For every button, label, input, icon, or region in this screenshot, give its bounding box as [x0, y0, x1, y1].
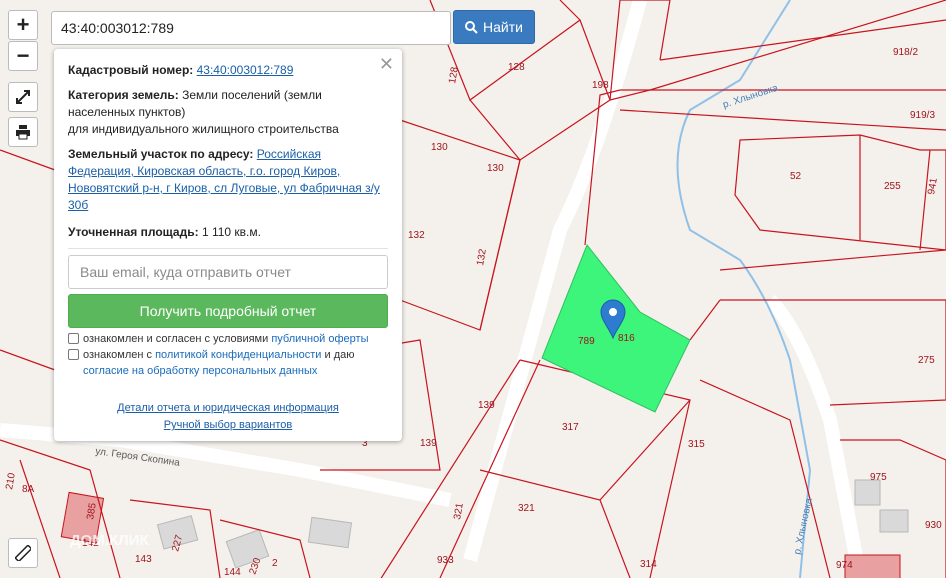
plot-label: 275	[918, 355, 935, 366]
offer-checkbox[interactable]	[68, 333, 79, 344]
plot-label: 317	[562, 422, 579, 433]
plot-label: 930	[925, 520, 942, 531]
consent-privacy-tail: и даю	[321, 349, 355, 361]
print-button[interactable]	[8, 117, 38, 147]
personal-data-link[interactable]: согласие на обработку персональных данны…	[83, 365, 317, 377]
divider	[68, 248, 388, 249]
plot-label: 816	[618, 333, 635, 344]
ruler-icon	[15, 545, 31, 561]
privacy-checkbox[interactable]	[68, 349, 79, 360]
plot-label: 918/2	[893, 47, 918, 58]
search-button[interactable]: Найти	[453, 10, 535, 44]
consent-offer-text: ознакомлен и согласен с условиями публич…	[83, 331, 369, 347]
manual-selection-link[interactable]: Ручной выбор вариантов	[54, 419, 402, 431]
cadastral-row: Кадастровый номер: 43:40:003012:789	[68, 62, 386, 79]
plot-label: 2	[272, 558, 278, 569]
plot-label: 130	[431, 142, 448, 153]
category-label: Категория земель:	[68, 88, 179, 102]
search-input[interactable]	[51, 11, 451, 45]
zoom-in-button[interactable]: +	[8, 10, 38, 40]
area-label: Уточненная площадь:	[68, 225, 199, 239]
plot-label: 975	[870, 472, 887, 483]
fullscreen-button[interactable]	[8, 82, 38, 112]
plot-label: 255	[884, 181, 901, 192]
plot-label: 315	[688, 439, 705, 450]
consent-offer-label: ознакомлен и согласен с условиями	[83, 333, 272, 345]
plot-label: 128	[508, 62, 525, 73]
consent-privacy: ознакомлен с политикой конфиденциальност…	[68, 347, 354, 379]
offer-link[interactable]: публичной оферты	[271, 333, 368, 345]
plot-label: 52	[790, 171, 802, 182]
address-row: Земельный участок по адресу: Российская …	[68, 146, 386, 214]
print-icon	[16, 125, 30, 140]
area-value: 1 110 кв.м.	[201, 225, 261, 239]
category-use: для индивидуального жилищного строительс…	[68, 122, 339, 136]
privacy-policy-link[interactable]: политикой конфиденциальности	[155, 349, 321, 361]
fullscreen-icon	[16, 90, 30, 104]
measure-button[interactable]	[8, 538, 38, 568]
selected-plot-label: 789	[578, 336, 595, 347]
plot-label: 143	[135, 554, 152, 565]
cadastral-number-link[interactable]: 43:40:003012:789	[197, 63, 294, 77]
consent-offer: ознакомлен и согласен с условиями публич…	[68, 331, 369, 347]
search-button-label: Найти	[483, 19, 523, 35]
plot-label: 321	[518, 503, 535, 514]
area-row: Уточненная площадь: 1 110 кв.м.	[68, 224, 386, 241]
plot-label: 314	[640, 559, 657, 570]
plot-label: 198	[592, 80, 609, 91]
plot-label: 132	[408, 230, 425, 241]
plot-label: 139	[478, 400, 495, 411]
zoom-out-button[interactable]: −	[8, 41, 38, 71]
plot-label: 8А	[22, 484, 35, 495]
consent-privacy-label: ознакомлен с	[83, 349, 156, 361]
plot-label: 919/3	[910, 110, 935, 121]
search-icon	[465, 20, 478, 34]
email-field[interactable]	[68, 255, 388, 289]
plot-label: 933	[437, 555, 454, 566]
category-row: Категория земель: Земли поселений (земли…	[68, 87, 386, 138]
plot-label: 974	[836, 560, 853, 571]
details-link[interactable]: Детали отчета и юридическая информация	[54, 402, 402, 414]
consent-privacy-text: ознакомлен с политикой конфиденциальност…	[83, 347, 354, 379]
plot-label: 139	[420, 438, 437, 449]
get-report-button[interactable]: Получить подробный отчет	[68, 294, 388, 328]
address-label: Земельный участок по адресу:	[68, 147, 254, 161]
cadastral-label: Кадастровый номер:	[68, 63, 194, 77]
plot-label: 144	[224, 567, 241, 578]
watermark: ДОМ.КЛИК	[70, 532, 149, 549]
plot-label: 130	[487, 163, 504, 174]
info-panel: ✕ Кадастровый номер: 43:40:003012:789 Ка…	[54, 49, 402, 441]
